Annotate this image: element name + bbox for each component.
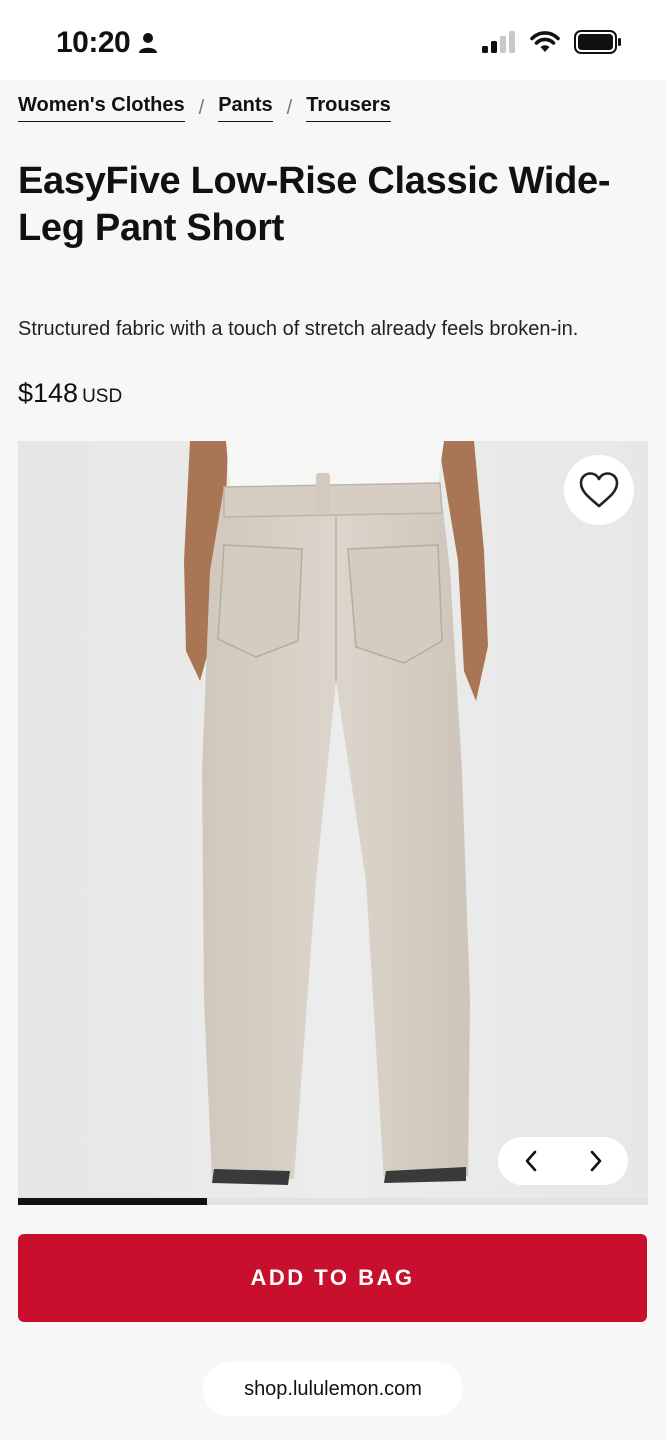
status-indicators [482, 30, 622, 54]
cellular-signal-icon [482, 31, 515, 53]
favorite-button[interactable] [564, 455, 634, 525]
person-icon [139, 33, 158, 53]
product-description: Structured fabric with a touch of stretc… [18, 318, 579, 340]
breadcrumb-womens-clothes[interactable]: Women's Clothes [18, 94, 185, 122]
heart-icon [579, 472, 619, 508]
carousel-nav [498, 1137, 628, 1185]
chevron-right-icon [590, 1150, 601, 1172]
breadcrumb-pants[interactable]: Pants [218, 94, 273, 122]
status-time: 10:20 [56, 26, 158, 60]
wifi-icon [530, 31, 560, 52]
breadcrumb-separator: / [286, 96, 293, 119]
carousel-next-button[interactable] [576, 1141, 616, 1181]
chevron-left-icon [525, 1150, 536, 1172]
gallery-progress-fill [18, 1198, 207, 1205]
pants-illustration [18, 441, 648, 1205]
status-bar: 10:20 [0, 0, 666, 80]
carousel-previous-button[interactable] [511, 1141, 551, 1181]
breadcrumb-trousers[interactable]: Trousers [306, 94, 391, 122]
product-price: $148 USD [18, 378, 122, 409]
gallery-progress [18, 1198, 648, 1205]
price-currency: USD [82, 386, 123, 407]
browser-url: shop.lululemon.com [244, 1377, 422, 1400]
browser-url-bar[interactable]: shop.lululemon.com [203, 1362, 463, 1416]
breadcrumb-separator: / [198, 96, 205, 119]
clock: 10:20 [56, 26, 131, 59]
add-to-bag-button[interactable]: ADD TO BAG [18, 1234, 647, 1322]
product-image[interactable] [18, 441, 648, 1205]
battery-icon [574, 30, 621, 54]
breadcrumb: Women's Clothes / Pants / Trousers [18, 94, 391, 122]
price-amount: $148 [18, 378, 79, 408]
product-title: EasyFive Low-Rise Classic Wide-Leg Pant … [18, 160, 611, 249]
